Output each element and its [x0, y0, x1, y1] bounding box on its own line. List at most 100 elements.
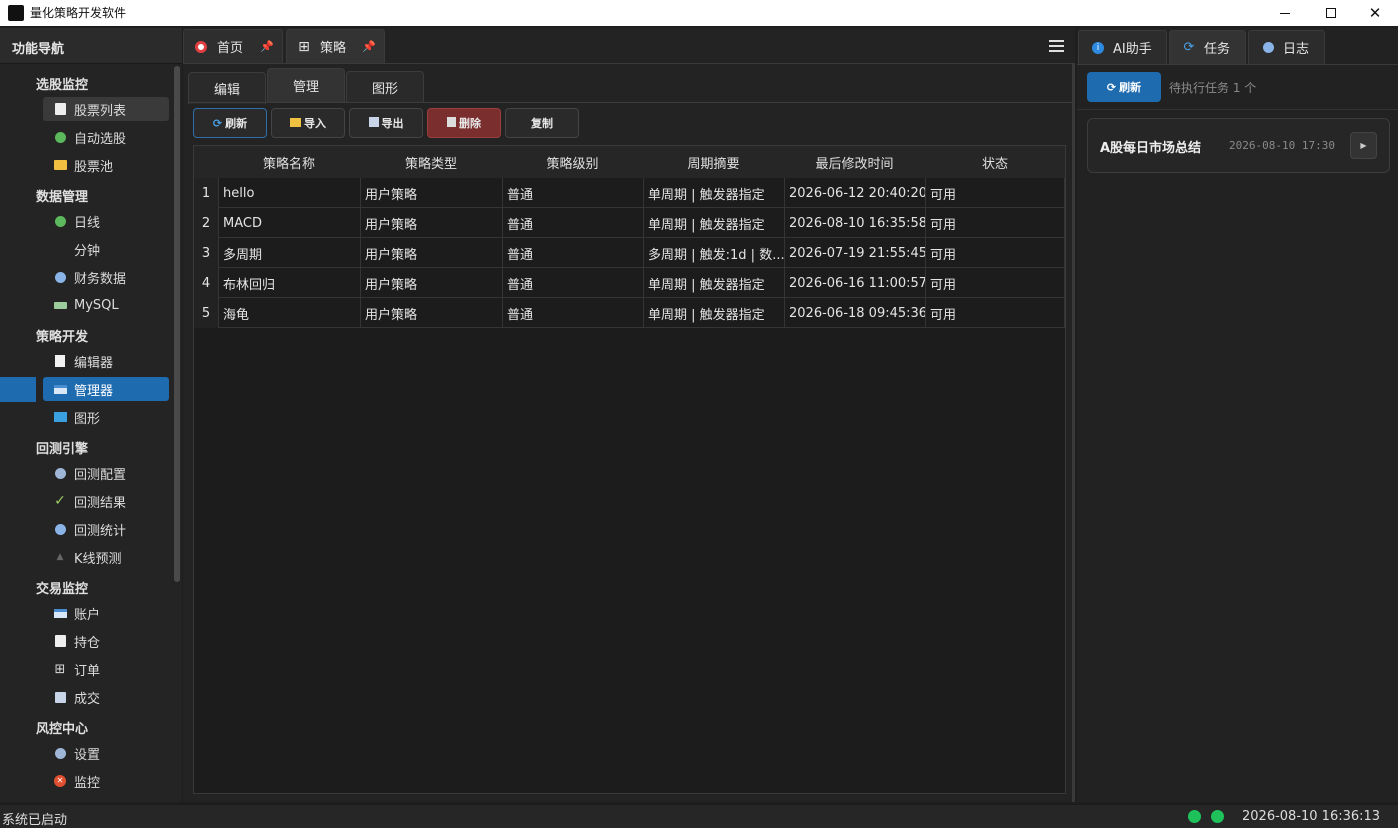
table-row[interactable]: 3 多周期 用户策略 普通 多周期 | 触发:1d | 数... 2026-07… [194, 238, 1065, 268]
nav-group-strategy[interactable]: 策略开发 [36, 326, 88, 345]
splitter[interactable] [1072, 64, 1075, 802]
cell-modified[interactable]: 2026-08-10 16:35:58 [784, 208, 925, 238]
folder-icon [53, 158, 67, 172]
nav-scrollbar[interactable] [174, 66, 180, 582]
refresh-button[interactable]: ⟳ 刷新 [193, 108, 267, 138]
cell-type[interactable]: 用户策略 [360, 268, 502, 298]
column-header-modified[interactable]: 最后修改时间 [784, 146, 925, 178]
table-row[interactable]: 2 MACD 用户策略 普通 单周期 | 触发器指定 2026-08-10 16… [194, 208, 1065, 238]
tab-task[interactable]: ⟳ 任务 [1169, 30, 1246, 64]
nav-item-minute[interactable]: 分钟 [43, 237, 169, 261]
export-button[interactable]: 导出 [349, 108, 423, 138]
task-card[interactable]: A股每日市场总结 2026-08-10 17:30 ▶ [1087, 118, 1390, 173]
cell-name[interactable]: MACD [218, 208, 360, 238]
column-header-period[interactable]: 周期摘要 [643, 146, 784, 178]
nav-item-account[interactable]: 账户 [43, 601, 169, 625]
nav-group-trade[interactable]: 交易监控 [36, 578, 88, 597]
nav-group-data[interactable]: 数据管理 [36, 186, 88, 205]
nav-item-mysql[interactable]: MySQL [43, 293, 169, 317]
nav-header: 功能导航 [0, 28, 182, 64]
column-header-level[interactable]: 策略级别 [502, 146, 643, 178]
nav-item-editor[interactable]: 编辑器 [43, 349, 169, 373]
nav-item-backtest-stats[interactable]: 回测统计 [43, 517, 169, 541]
nav-item-risk-monitor[interactable]: ✕ 监控 [43, 769, 169, 793]
nav-group-risk[interactable]: 风控中心 [36, 718, 88, 737]
copy-button[interactable]: 复制 [505, 108, 579, 138]
database-icon [53, 298, 67, 312]
cell-level[interactable]: 普通 [502, 298, 643, 328]
minimize-button[interactable] [1262, 0, 1308, 26]
cell-period[interactable]: 单周期 | 触发器指定 [643, 298, 784, 328]
cell-status[interactable]: 可用 [925, 238, 1065, 268]
cell-name[interactable]: hello [218, 178, 360, 208]
cell-level[interactable]: 普通 [502, 238, 643, 268]
cell-status[interactable]: 可用 [925, 268, 1065, 298]
nav-item-stock-list[interactable]: 股票列表 [43, 97, 169, 121]
nav-item-backtest-config[interactable]: 回测配置 [43, 461, 169, 485]
tab-strategy[interactable]: ⊞ 策略 📌 [286, 29, 385, 63]
maximize-button[interactable] [1308, 0, 1354, 26]
nav-item-stock-pool[interactable]: 股票池 [43, 153, 169, 177]
cell-name[interactable]: 海龟 [218, 298, 360, 328]
cell-level[interactable]: 普通 [502, 178, 643, 208]
cell-modified[interactable]: 2026-07-19 21:55:45 [784, 238, 925, 268]
menu-icon[interactable] [1049, 40, 1064, 52]
cell-name[interactable]: 布林回归 [218, 268, 360, 298]
cell-modified[interactable]: 2026-06-18 09:45:36 [784, 298, 925, 328]
tab-home[interactable]: 首页 📌 [183, 29, 283, 63]
nav-item-financial[interactable]: 财务数据 [43, 265, 169, 289]
cell-modified[interactable]: 2026-06-16 11:00:57 [784, 268, 925, 298]
tab-ai-assistant[interactable]: i AI助手 [1078, 30, 1167, 64]
nav-item-kline-predict[interactable]: ▲ K线预测 [43, 545, 169, 569]
cell-status[interactable]: 可用 [925, 178, 1065, 208]
subtab-edit[interactable]: 编辑 [188, 72, 266, 104]
nav-group-backtest[interactable]: 回测引擎 [36, 438, 88, 457]
task-refresh-button[interactable]: ⟳ 刷新 [1087, 72, 1161, 102]
nav-item-auto-select[interactable]: 自动选股 [43, 125, 169, 149]
cell-modified[interactable]: 2026-06-12 20:40:20 [784, 178, 925, 208]
subtab-chart[interactable]: 图形 [346, 71, 424, 103]
nav-item-deal[interactable]: 成交 [43, 685, 169, 709]
delete-button[interactable]: 删除 [427, 108, 501, 138]
tab-log[interactable]: 日志 [1248, 30, 1325, 64]
nav-item-position[interactable]: 持仓 [43, 629, 169, 653]
subtab-manage[interactable]: 管理 [267, 68, 345, 102]
check-icon: ✓ [54, 493, 66, 509]
cell-type[interactable]: 用户策略 [360, 208, 502, 238]
nav-item-backtest-result[interactable]: ✓ 回测结果 [43, 489, 169, 513]
column-header-name[interactable]: 策略名称 [218, 146, 360, 178]
cell-period[interactable]: 单周期 | 触发器指定 [643, 268, 784, 298]
pin-icon[interactable]: 📌 [362, 40, 376, 53]
cell-type[interactable]: 用户策略 [360, 298, 502, 328]
table-row[interactable]: 4 布林回归 用户策略 普通 单周期 | 触发器指定 2026-06-16 11… [194, 268, 1065, 298]
nav-item-risk-settings[interactable]: 设置 [43, 741, 169, 765]
table-row[interactable]: 5 海龟 用户策略 普通 单周期 | 触发器指定 2026-06-18 09:4… [194, 298, 1065, 328]
play-icon[interactable]: ▶ [1350, 132, 1377, 159]
pin-icon[interactable]: 📌 [260, 40, 274, 53]
cell-status[interactable]: 可用 [925, 208, 1065, 238]
cell-level[interactable]: 普通 [502, 208, 643, 238]
cell-type[interactable]: 用户策略 [360, 178, 502, 208]
column-header-status[interactable]: 状态 [925, 146, 1065, 178]
table-row[interactable]: 1 hello 用户策略 普通 单周期 | 触发器指定 2026-06-12 2… [194, 178, 1065, 208]
row-number: 3 [194, 238, 218, 268]
nav-item-order[interactable]: ⊞ 订单 [43, 657, 169, 681]
nav-item-manager[interactable]: 管理器 [43, 377, 169, 401]
grid-icon: ⊞ [54, 661, 66, 677]
nav-group-stock-monitor[interactable]: 选股监控 [36, 74, 88, 93]
cell-period[interactable]: 单周期 | 触发器指定 [643, 178, 784, 208]
status-indicator [1211, 810, 1224, 823]
cell-name[interactable]: 多周期 [218, 238, 360, 268]
cell-period[interactable]: 多周期 | 触发:1d | 数... [643, 238, 784, 268]
refresh-icon: ⟳ [1183, 40, 1195, 55]
cell-level[interactable]: 普通 [502, 268, 643, 298]
column-header-type[interactable]: 策略类型 [360, 146, 502, 178]
cell-status[interactable]: 可用 [925, 298, 1065, 328]
cell-type[interactable]: 用户策略 [360, 238, 502, 268]
import-button[interactable]: 导入 [271, 108, 345, 138]
nav-item-chart[interactable]: 图形 [43, 405, 169, 429]
cell-period[interactable]: 单周期 | 触发器指定 [643, 208, 784, 238]
card-icon [53, 606, 67, 620]
nav-item-daily[interactable]: 日线 [43, 209, 169, 233]
close-button[interactable]: ✕ [1352, 0, 1398, 26]
